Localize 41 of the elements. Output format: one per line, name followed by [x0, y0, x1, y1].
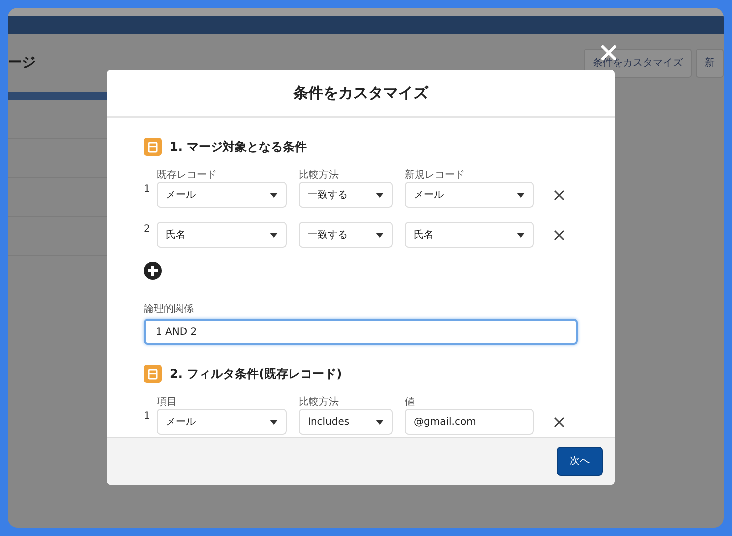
caret-icon — [376, 232, 384, 238]
select-field[interactable]: メール — [157, 409, 287, 435]
section-heading: 1. マージ対象となる条件 — [170, 139, 308, 156]
field-label: 論理的関係 — [144, 302, 195, 317]
caret-icon — [270, 192, 278, 198]
modal-title: 条件をカスタマイズ — [107, 70, 615, 118]
section-icon — [144, 138, 162, 156]
section-icon — [144, 365, 162, 383]
column-label: 新規レコード — [405, 170, 466, 182]
caret-icon — [376, 420, 384, 424]
select-field[interactable]: メール — [405, 182, 534, 208]
column-label: 値 — [405, 397, 416, 409]
section-heading: 2. フィルタ条件(既存レコード) — [170, 366, 342, 383]
close-icon[interactable] — [554, 230, 565, 240]
select-field[interactable]: Includes — [299, 409, 393, 435]
select-field[interactable]: 一致する — [299, 222, 393, 248]
header-button[interactable]: 条件をカスタマイズ — [584, 48, 692, 78]
row-number: 1 — [144, 183, 152, 197]
add-icon[interactable] — [144, 262, 162, 280]
close-icon[interactable] — [554, 190, 565, 200]
column-label: 既存レコード — [157, 170, 218, 182]
row-number: 2 — [144, 223, 152, 237]
caret-icon — [270, 232, 278, 238]
page-title: ージ — [8, 54, 36, 72]
column-label: 比較方法 — [299, 170, 340, 182]
input-field[interactable]: 1 AND 2 — [144, 319, 578, 345]
caret-icon — [270, 420, 278, 424]
select-field[interactable]: メール — [157, 182, 287, 208]
caret-icon — [517, 192, 525, 198]
select-field[interactable]: 氏名 — [405, 222, 534, 248]
row-number: 1 — [144, 410, 152, 424]
select-field[interactable]: 氏名 — [157, 222, 287, 248]
header-button[interactable]: 新 — [696, 48, 724, 78]
input-field[interactable]: @gmail.com — [405, 409, 534, 435]
column-label: 比較方法 — [299, 397, 340, 409]
caret-icon — [517, 232, 525, 238]
column-label: 項目 — [157, 397, 178, 409]
select-field[interactable]: 一致する — [299, 182, 393, 208]
caret-icon — [376, 192, 384, 198]
next-button[interactable]: 次へ — [557, 447, 603, 476]
close-icon[interactable] — [554, 416, 565, 428]
